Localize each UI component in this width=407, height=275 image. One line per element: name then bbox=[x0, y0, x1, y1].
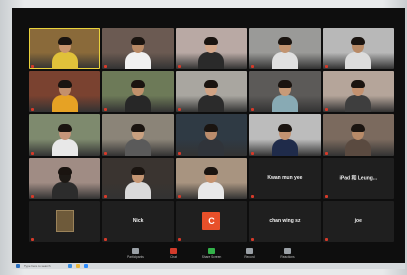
participant-video bbox=[271, 78, 298, 113]
participant-video bbox=[125, 35, 152, 70]
participant-video bbox=[125, 165, 152, 199]
muted-mic-icon bbox=[104, 151, 108, 155]
participant-video bbox=[198, 78, 225, 113]
participant-name: Kwan mun yee bbox=[267, 175, 303, 182]
windows-taskbar: Type here to search bbox=[12, 263, 405, 269]
participant-tile[interactable]: chan wing sz bbox=[249, 200, 321, 242]
participant-tile[interactable] bbox=[102, 71, 174, 113]
participants-icon bbox=[132, 248, 139, 254]
muted-mic-icon bbox=[324, 238, 328, 241]
participant-tile[interactable] bbox=[29, 71, 101, 113]
participant-video bbox=[125, 78, 152, 113]
participant-tile[interactable] bbox=[322, 28, 394, 70]
participant-tile[interactable] bbox=[249, 71, 321, 113]
participant-video bbox=[345, 78, 372, 113]
participant-tile[interactable] bbox=[322, 71, 394, 113]
record-button[interactable]: Record bbox=[238, 248, 262, 259]
muted-mic-icon bbox=[177, 238, 181, 241]
muted-mic-icon bbox=[177, 108, 181, 112]
muted-mic-icon bbox=[177, 151, 181, 155]
participant-tile[interactable]: Kwan mun yee bbox=[249, 157, 321, 199]
muted-mic-icon bbox=[31, 108, 34, 112]
participant-tile[interactable] bbox=[29, 28, 101, 70]
toolbar-label: Participants bbox=[127, 255, 144, 259]
participant-name: Nick bbox=[132, 218, 144, 225]
participant-tile[interactable] bbox=[175, 71, 248, 113]
participant-name: iPad 和 Leung... bbox=[339, 175, 378, 182]
share-screen-button[interactable]: Share Screen bbox=[200, 248, 224, 259]
participant-tile[interactable] bbox=[102, 28, 174, 70]
participant-tile[interactable] bbox=[102, 157, 174, 199]
muted-mic-icon bbox=[324, 65, 328, 69]
muted-mic-icon bbox=[104, 65, 108, 69]
participant-tile[interactable] bbox=[29, 200, 101, 242]
muted-mic-icon bbox=[177, 65, 181, 69]
muted-mic-icon bbox=[251, 238, 255, 241]
muted-mic-icon bbox=[251, 194, 255, 198]
participant-profile-picture bbox=[55, 210, 74, 233]
participant-tile[interactable] bbox=[175, 28, 248, 70]
participant-tile[interactable] bbox=[249, 28, 321, 70]
muted-mic-icon bbox=[104, 194, 108, 198]
participant-name: chan wing sz bbox=[269, 218, 301, 225]
participant-tile[interactable] bbox=[102, 114, 174, 156]
muted-mic-icon bbox=[251, 65, 255, 69]
participants-button[interactable]: Participants bbox=[124, 248, 148, 259]
zoom-window: Kwan mun yee iPad 和 Leung... Nick Cchan win… bbox=[12, 8, 405, 269]
taskbar-search[interactable]: Type here to search bbox=[24, 264, 64, 268]
participant-video bbox=[271, 35, 298, 70]
participant-tile[interactable] bbox=[249, 114, 321, 156]
muted-mic-icon bbox=[324, 108, 328, 112]
participant-tile[interactable]: iPad 和 Leung... bbox=[322, 157, 394, 199]
participant-video bbox=[51, 165, 78, 199]
participant-video bbox=[51, 122, 78, 156]
muted-mic-icon bbox=[104, 108, 108, 112]
participant-name: joe bbox=[354, 218, 362, 225]
record-icon bbox=[246, 248, 253, 254]
toolbar-label: Chat bbox=[170, 255, 177, 259]
participant-video bbox=[51, 35, 78, 70]
reactions-button[interactable]: Reactions bbox=[276, 248, 300, 259]
toolbar-label: Record bbox=[244, 255, 255, 259]
participant-video bbox=[271, 122, 298, 156]
participant-tile[interactable] bbox=[322, 114, 394, 156]
chat-icon bbox=[170, 248, 177, 254]
participant-video bbox=[198, 35, 225, 70]
muted-mic-icon bbox=[104, 238, 108, 241]
participant-video bbox=[345, 35, 372, 70]
participant-video bbox=[125, 122, 152, 156]
share-screen-icon bbox=[208, 248, 215, 254]
edge-icon[interactable] bbox=[68, 264, 72, 268]
muted-mic-icon bbox=[177, 194, 181, 198]
participant-tile[interactable]: Nick bbox=[102, 200, 174, 242]
participant-tile[interactable] bbox=[29, 157, 101, 199]
toolbar-label: Share Screen bbox=[201, 255, 222, 259]
monitor-bezel: Kwan mun yee iPad 和 Leung... Nick Cchan win… bbox=[0, 0, 407, 275]
toolbar-label: Reactions bbox=[280, 255, 295, 259]
participant-video bbox=[51, 78, 78, 113]
participant-avatar: C bbox=[202, 212, 221, 231]
chat-button[interactable]: Chat bbox=[162, 248, 186, 259]
participant-video bbox=[345, 122, 372, 156]
muted-mic-icon bbox=[324, 151, 328, 155]
participant-tile[interactable] bbox=[29, 114, 101, 156]
muted-mic-icon bbox=[251, 151, 255, 155]
windows-start-icon[interactable] bbox=[16, 264, 20, 268]
zoom-app-icon[interactable] bbox=[84, 264, 88, 268]
participant-tile[interactable] bbox=[175, 157, 248, 199]
muted-mic-icon bbox=[31, 194, 34, 198]
reactions-icon bbox=[284, 248, 291, 254]
participant-tile[interactable] bbox=[175, 114, 248, 156]
participant-video bbox=[198, 165, 225, 199]
gallery-grid: Kwan mun yee iPad 和 Leung... Nick Cchan win… bbox=[29, 28, 394, 242]
muted-mic-icon bbox=[31, 238, 34, 241]
muted-mic-icon bbox=[31, 65, 34, 69]
participant-video bbox=[198, 122, 225, 156]
muted-mic-icon bbox=[251, 108, 255, 112]
participant-tile[interactable]: C bbox=[175, 200, 248, 242]
folder-icon[interactable] bbox=[76, 264, 80, 268]
muted-mic-icon bbox=[31, 151, 34, 155]
muted-mic-icon bbox=[324, 194, 328, 198]
participant-tile[interactable]: joe bbox=[322, 200, 394, 242]
